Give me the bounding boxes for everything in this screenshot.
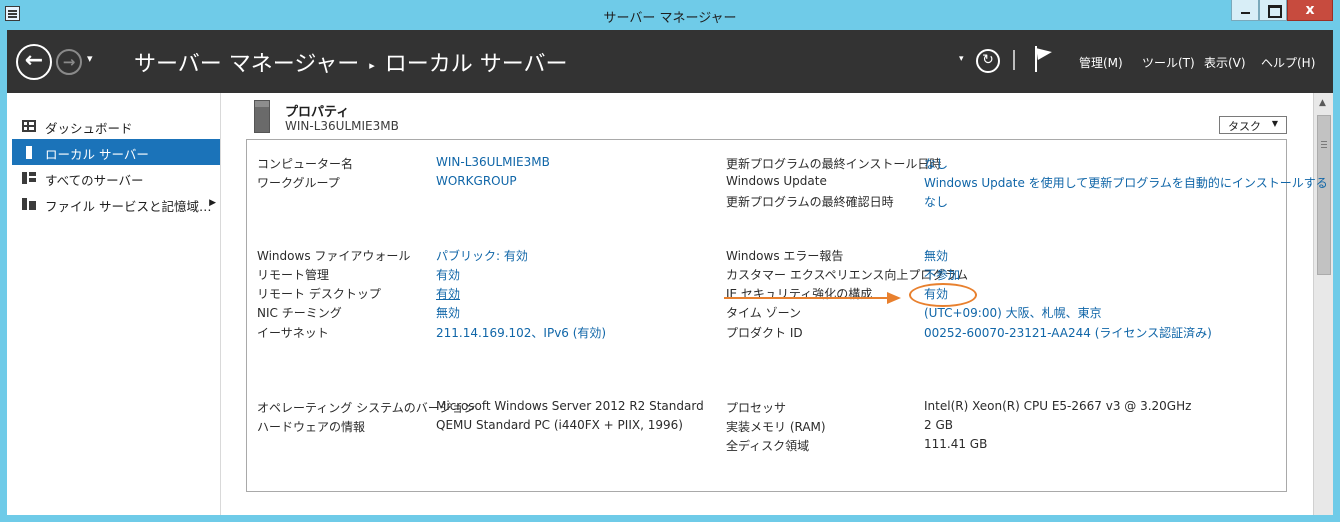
- prop-value-hardware: QEMU Standard PC (i440FX + PIIX, 1996): [436, 418, 683, 432]
- breadcrumb-root[interactable]: サーバー マネージャー: [134, 52, 359, 77]
- sidebar-item-label: ローカル サーバー: [45, 147, 149, 162]
- scrollbar-thumb[interactable]: [1317, 115, 1331, 275]
- prop-value-error-reporting[interactable]: 無効: [924, 247, 948, 264]
- tasks-label: タスク: [1228, 120, 1261, 133]
- prop-value-disk-space: 111.41 GB: [924, 437, 988, 451]
- sidebar-item-label: ファイル サービスと記憶域…: [45, 199, 212, 214]
- menu-tools[interactable]: ツール(T): [1142, 54, 1195, 71]
- prop-label-ethernet: イーサネット: [257, 326, 329, 340]
- forward-arrow-icon[interactable]: →: [56, 49, 82, 75]
- vertical-scrollbar[interactable]: ▲: [1313, 93, 1333, 515]
- sidebar-item-file-services[interactable]: ファイル サービスと記憶域… ▶: [12, 191, 220, 217]
- sidebar-item-local-server[interactable]: ローカル サーバー: [12, 139, 220, 165]
- prop-label-hardware: ハードウェアの情報: [257, 420, 366, 434]
- breadcrumb-separator-icon: ▸: [369, 58, 375, 72]
- prop-value-product-id[interactable]: 00252-60070-23121-AA244 (ライセンス認証済み): [924, 324, 1212, 341]
- breadcrumb-current: ローカル サーバー: [384, 52, 568, 77]
- prop-label-remote-desktop: リモート デスクトップ: [257, 287, 381, 301]
- refresh-icon[interactable]: ↻: [976, 49, 1000, 73]
- sidebar-item-dashboard[interactable]: ダッシュボード: [12, 113, 220, 139]
- prop-value-windows-update[interactable]: Windows Update を使用して更新プログラムを自動的にインストールする: [924, 174, 1328, 191]
- prop-value-computer-name[interactable]: WIN-L36ULMIE3MB: [436, 155, 550, 169]
- prop-label-ie-esc: IE セキュリティ強化の構成: [726, 287, 873, 301]
- menu-help[interactable]: ヘルプ(H): [1261, 54, 1315, 71]
- prop-label-processor: プロセッサ: [726, 401, 787, 415]
- prop-value-last-checked[interactable]: なし: [924, 193, 948, 210]
- properties-title: プロパティ: [285, 105, 350, 120]
- prop-label-time-zone: タイム ゾーン: [726, 306, 801, 320]
- server-icon: [26, 146, 32, 159]
- prop-label-last-installed: 更新プログラムの最終インストール日時: [726, 157, 942, 171]
- prop-value-remote-management[interactable]: 有効: [436, 266, 460, 283]
- sidebar-item-label: すべてのサーバー: [45, 173, 144, 188]
- properties-server-name: WIN-L36ULMIE3MB: [285, 119, 399, 133]
- prop-value-ethernet[interactable]: 211.14.169.102、IPv6 (有効): [436, 324, 606, 341]
- sidebar: ダッシュボード ローカル サーバー すべてのサーバー ファイル サービスと記憶域…: [7, 93, 221, 515]
- annotation-arrow-line: [724, 297, 889, 299]
- prop-value-remote-desktop[interactable]: 有効: [436, 285, 460, 302]
- refresh-dropdown-icon[interactable]: ▾: [959, 54, 964, 64]
- back-arrow-icon[interactable]: ←: [16, 44, 52, 80]
- prop-label-workgroup: ワークグループ: [257, 176, 340, 190]
- server-properties-icon: [254, 100, 270, 133]
- prop-label-windows-update: Windows Update: [726, 174, 827, 188]
- prop-value-ceip[interactable]: 不参加: [924, 266, 960, 283]
- menu-view[interactable]: 表示(V): [1204, 54, 1246, 71]
- header-bar: ← → ▾ サーバー マネージャー ▸ ローカル サーバー ▾ ↻ 管理(M) ツー…: [7, 30, 1333, 93]
- close-button[interactable]: x: [1287, 0, 1333, 21]
- breadcrumb: サーバー マネージャー ▸ ローカル サーバー: [134, 46, 568, 78]
- notifications-flag-icon[interactable]: [1035, 46, 1055, 72]
- prop-label-product-id: プロダクト ID: [726, 326, 803, 340]
- maximize-button[interactable]: [1259, 0, 1287, 21]
- prop-label-nic-teaming: NIC チーミング: [257, 306, 342, 320]
- tasks-dropdown-icon: ▼: [1271, 119, 1278, 128]
- prop-label-firewall: Windows ファイアウォール: [257, 249, 411, 263]
- sidebar-item-label: ダッシュボード: [45, 121, 133, 136]
- prop-value-last-installed[interactable]: なし: [924, 155, 948, 172]
- prop-value-firewall[interactable]: パブリック: 有効: [436, 247, 528, 264]
- history-dropdown-icon[interactable]: ▾: [87, 52, 93, 65]
- minimize-button[interactable]: [1231, 0, 1259, 21]
- file-services-icon: [22, 198, 36, 210]
- window-titlebar[interactable]: サーバー マネージャー x: [0, 0, 1340, 30]
- menu-manage[interactable]: 管理(M): [1079, 54, 1123, 71]
- prop-value-memory: 2 GB: [924, 418, 953, 432]
- prop-label-error-reporting: Windows エラー報告: [726, 249, 844, 263]
- prop-value-processor: Intel(R) Xeon(R) CPU E5-2667 v3 @ 3.20GH…: [924, 399, 1192, 413]
- dashboard-icon: [22, 120, 36, 132]
- annotation-arrow-head-icon: [887, 292, 901, 304]
- prop-value-nic-teaming[interactable]: 無効: [436, 304, 460, 321]
- window-title: サーバー マネージャー: [603, 11, 737, 26]
- sidebar-item-all-servers[interactable]: すべてのサーバー: [12, 165, 220, 191]
- prop-value-os-version: Microsoft Windows Server 2012 R2 Standar…: [436, 399, 704, 413]
- prop-label-memory: 実装メモリ (RAM): [726, 420, 826, 434]
- prop-value-workgroup[interactable]: WORKGROUP: [436, 174, 517, 188]
- tasks-dropdown-button[interactable]: タスク ▼: [1219, 116, 1287, 134]
- prop-label-remote-management: リモート管理: [257, 268, 330, 282]
- expand-arrow-icon[interactable]: ▶: [209, 198, 216, 208]
- annotation-highlight-ellipse: [909, 283, 977, 307]
- prop-label-last-checked: 更新プログラムの最終確認日時: [726, 195, 894, 209]
- header-divider: [1013, 50, 1015, 70]
- scroll-up-arrow-icon[interactable]: ▲: [1319, 98, 1326, 108]
- prop-label-disk-space: 全ディスク領域: [726, 439, 810, 453]
- servers-icon: [22, 172, 36, 184]
- prop-label-computer-name: コンピューター名: [257, 157, 354, 171]
